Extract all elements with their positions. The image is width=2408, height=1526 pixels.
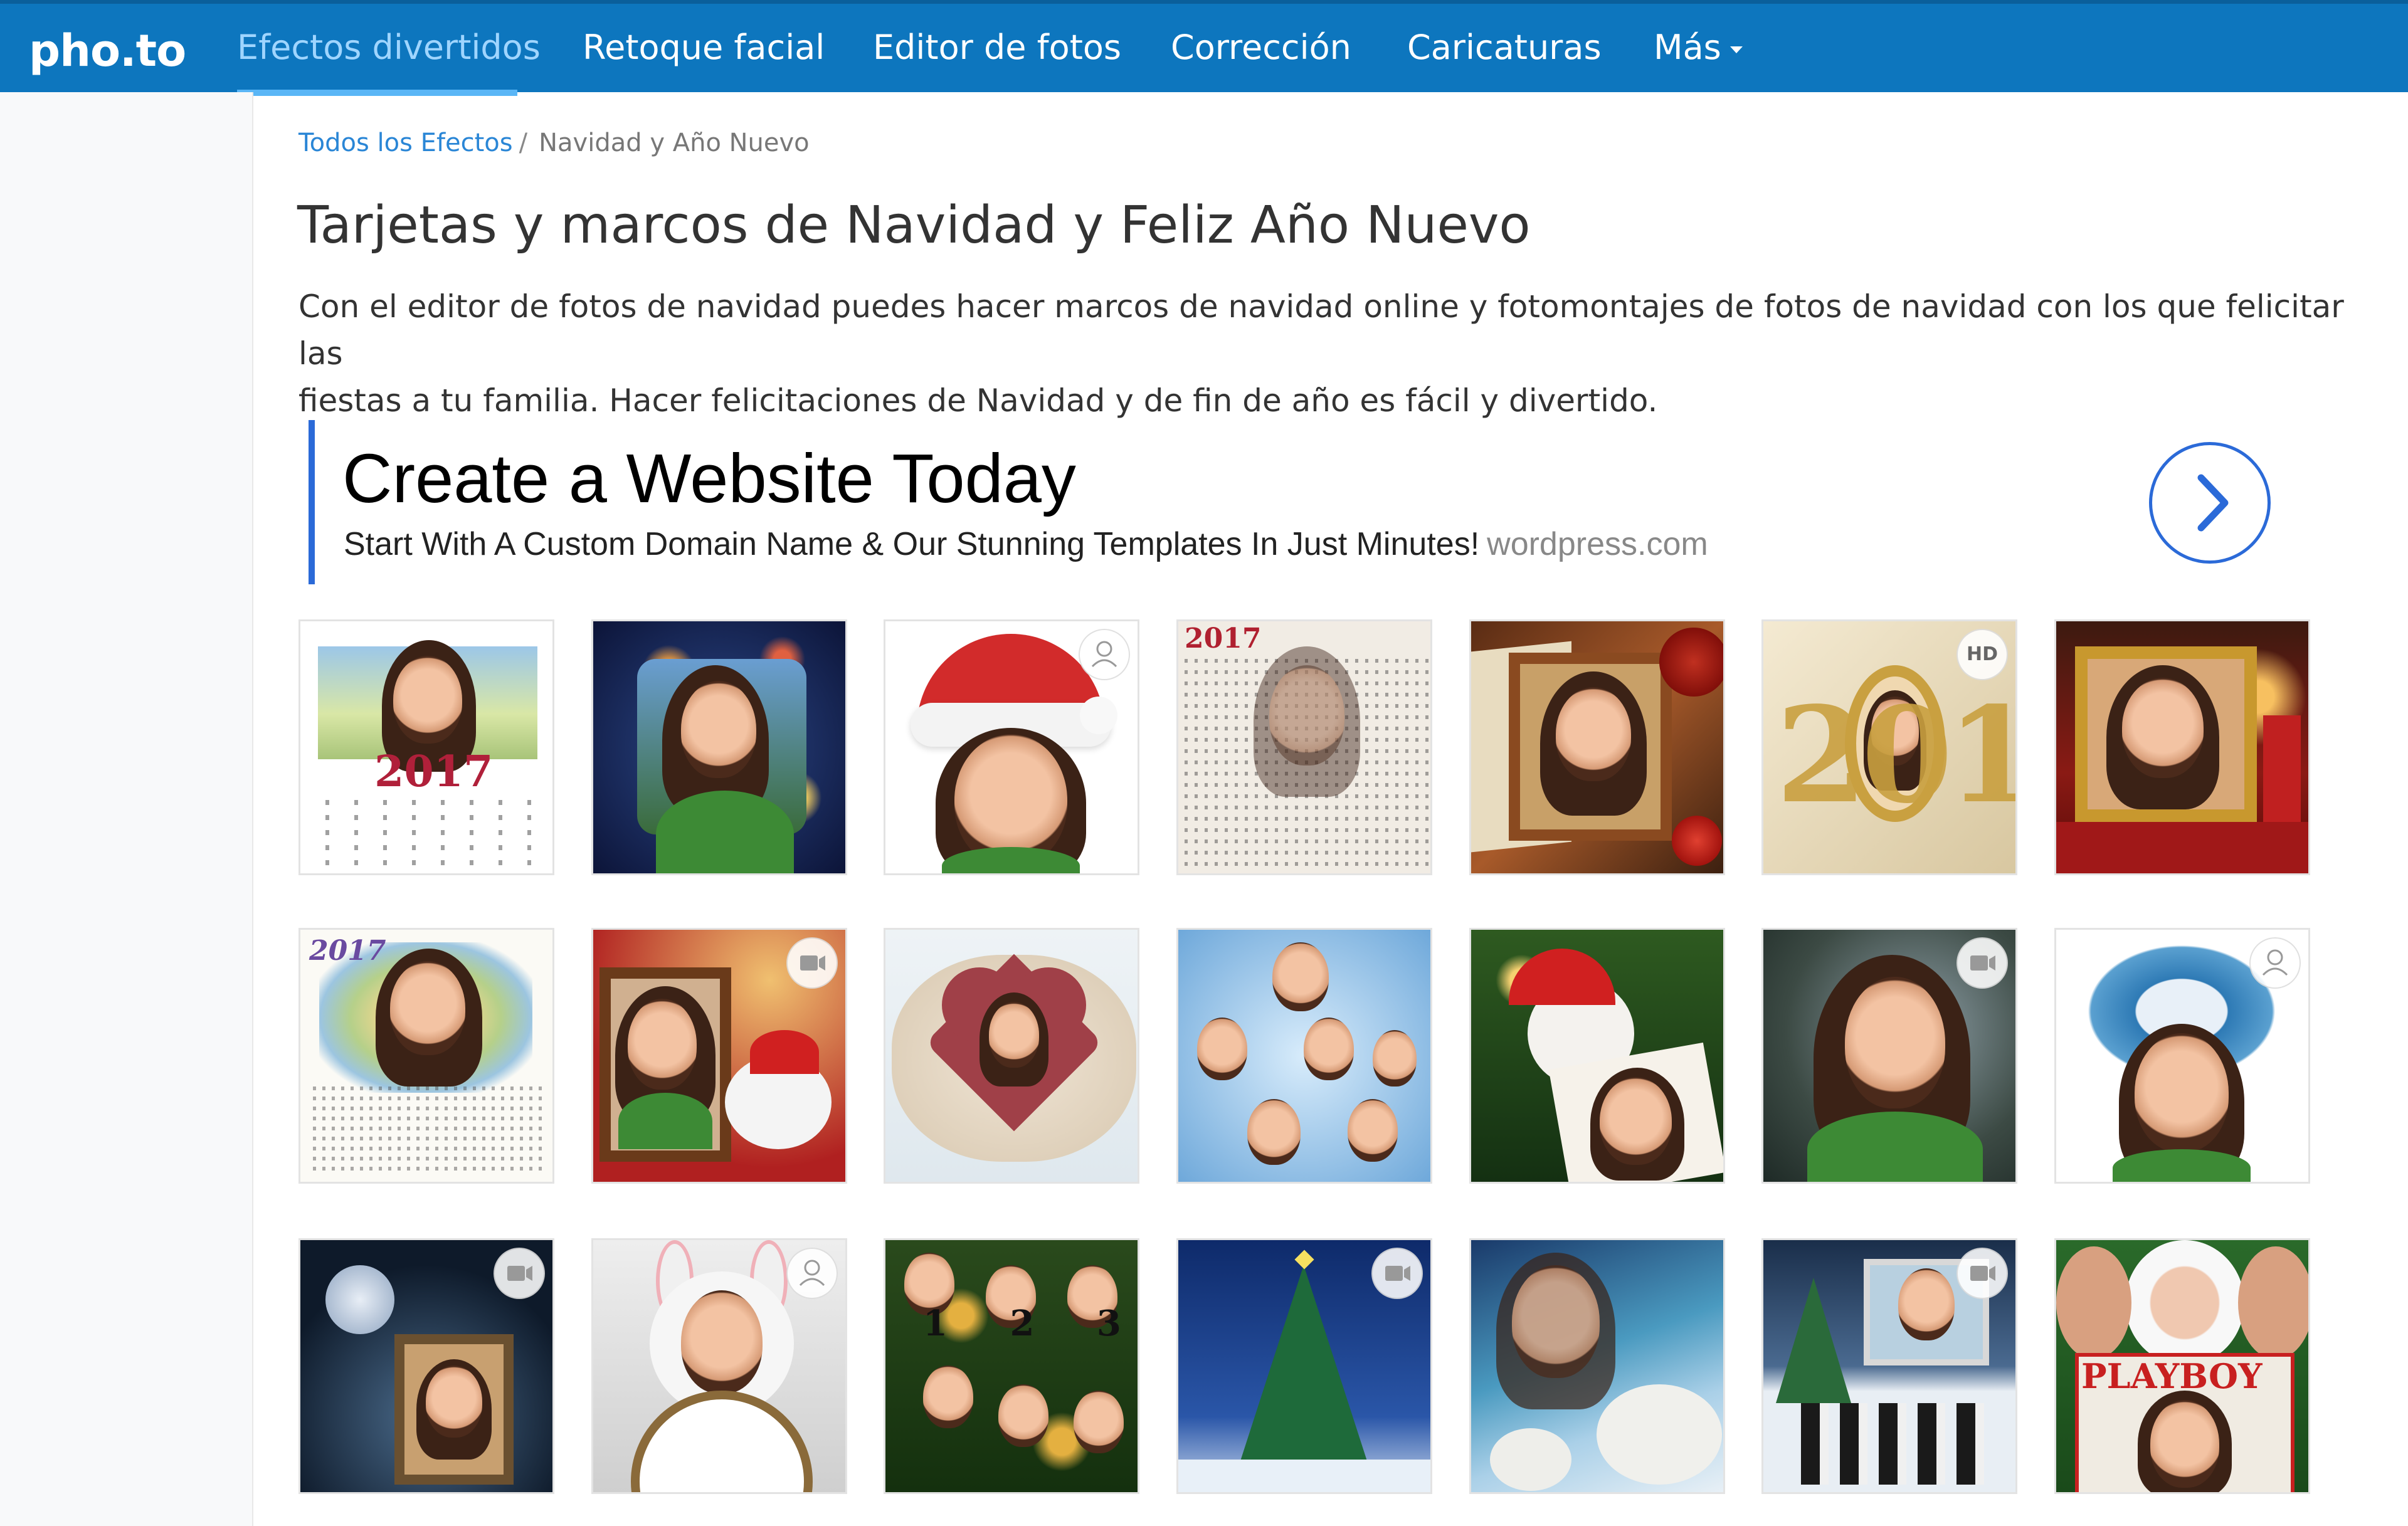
video-icon	[1371, 1248, 1423, 1299]
breadcrumb-separator: /	[519, 129, 528, 157]
description-line-2: fiestas a tu familia. Hacer felicitacion…	[298, 382, 1658, 419]
effect-thumb-heart-mittens[interactable]	[884, 928, 1139, 1184]
effect-thumb-ornament-collage[interactable]: 1 2 3 4 5	[884, 1238, 1139, 1494]
description-line-1: Con el editor de fotos de navidad puedes…	[298, 288, 2344, 372]
person-icon	[2249, 937, 2301, 989]
page-title: Tarjetas y marcos de Navidad y Feliz Año…	[297, 196, 1531, 255]
effect-thumb-santa-hat[interactable]	[884, 619, 1139, 875]
top-navigation-bar: pho.to Efectos divertidos Retoque facial…	[0, 0, 2408, 96]
effect-thumb-santa-magazine[interactable]: PLAYBOY	[2054, 1238, 2310, 1494]
active-tab-indicator	[237, 90, 517, 96]
person-icon	[786, 1248, 838, 1299]
video-icon	[1956, 937, 2008, 989]
ad-banner[interactable]: Create a Website Today Start With A Cust…	[309, 420, 2353, 584]
video-icon	[1956, 1248, 2008, 1299]
effect-thumb-golden-2017[interactable]: 2017 HD	[1761, 619, 2017, 875]
ad-domain[interactable]: wordpress.com	[1487, 526, 1708, 562]
effect-thumb-kokoshnik-crown[interactable]	[2054, 928, 2310, 1184]
effect-thumb-calendar-2017[interactable]: 2017	[298, 619, 554, 875]
page-description: Con el editor de fotos de navidad puedes…	[298, 283, 2393, 424]
breadcrumb-root-link[interactable]: Todos los Efectos	[298, 129, 513, 157]
thumb-text: 2017	[309, 935, 386, 967]
nav-editor-de-fotos[interactable]: Editor de fotos	[873, 28, 1121, 93]
effect-thumb-christmas-tree-night[interactable]	[1176, 1238, 1432, 1494]
ad-next-button[interactable]	[2149, 442, 2271, 564]
effect-thumb-golden-frame-candle[interactable]	[2054, 619, 2310, 875]
breadcrumb-current: Navidad y Año Nuevo	[539, 129, 810, 157]
ad-subtitle-text: Start With A Custom Domain Name & Our St…	[344, 526, 1480, 562]
ad-title[interactable]: Create a Website Today	[342, 439, 1076, 518]
effect-thumb-night-window[interactable]	[298, 1238, 554, 1494]
effect-thumb-polar-bear-santa[interactable]	[1469, 928, 1725, 1184]
nav-retoque-facial[interactable]: Retoque facial	[583, 28, 825, 93]
ad-subtitle: Start With A Custom Domain Name & Our St…	[344, 525, 1708, 563]
effect-thumb-christmas-book-frame[interactable]	[1469, 619, 1725, 875]
site-logo[interactable]: pho.to	[29, 25, 186, 76]
effect-thumb-frame-with-bunny[interactable]	[591, 928, 847, 1184]
thumb-text: 2017	[374, 747, 494, 797]
left-sidebar	[0, 92, 253, 1526]
nav-mas-dropdown[interactable]: Más	[1654, 28, 1743, 93]
thumb-text: PLAYBOY	[2081, 1356, 2263, 1396]
hd-badge: HD	[1956, 629, 2008, 680]
effect-thumb-watercolor-calendar[interactable]: 2017	[298, 928, 554, 1184]
breadcrumb: Todos los Efectos / Navidad y Año Nuevo	[298, 129, 810, 157]
video-icon	[786, 937, 838, 989]
effect-thumb-penguins-billboard[interactable]	[1761, 1238, 2017, 1494]
chevron-right-icon	[2197, 474, 2229, 532]
effect-thumb-fireworks-frame[interactable]	[591, 619, 847, 875]
thumb-text: 1 2 3 4 5	[923, 1303, 1138, 1344]
person-icon	[1079, 629, 1130, 680]
thumb-text: 2017	[1185, 623, 1262, 655]
nav-efectos-divertidos[interactable]: Efectos divertidos	[237, 28, 541, 93]
effect-thumb-bunny-costume-clock[interactable]	[591, 1238, 847, 1494]
thumb-text: 2017	[1776, 678, 2015, 833]
effect-thumb-snowflake-collage[interactable]	[1176, 928, 1432, 1184]
nav-correccion[interactable]: Corrección	[1171, 28, 1351, 93]
effect-thumb-photo-calendar[interactable]: 2017	[1176, 619, 1432, 875]
effect-thumb-aurora-polar-bears[interactable]	[1469, 1238, 1725, 1494]
nav-caricaturas[interactable]: Caricaturas	[1407, 28, 1602, 93]
caret-down-icon	[1729, 46, 1743, 53]
nav-mas-label: Más	[1654, 28, 1721, 67]
video-icon	[494, 1248, 545, 1299]
effect-thumb-glitter-portrait[interactable]	[1761, 928, 2017, 1184]
